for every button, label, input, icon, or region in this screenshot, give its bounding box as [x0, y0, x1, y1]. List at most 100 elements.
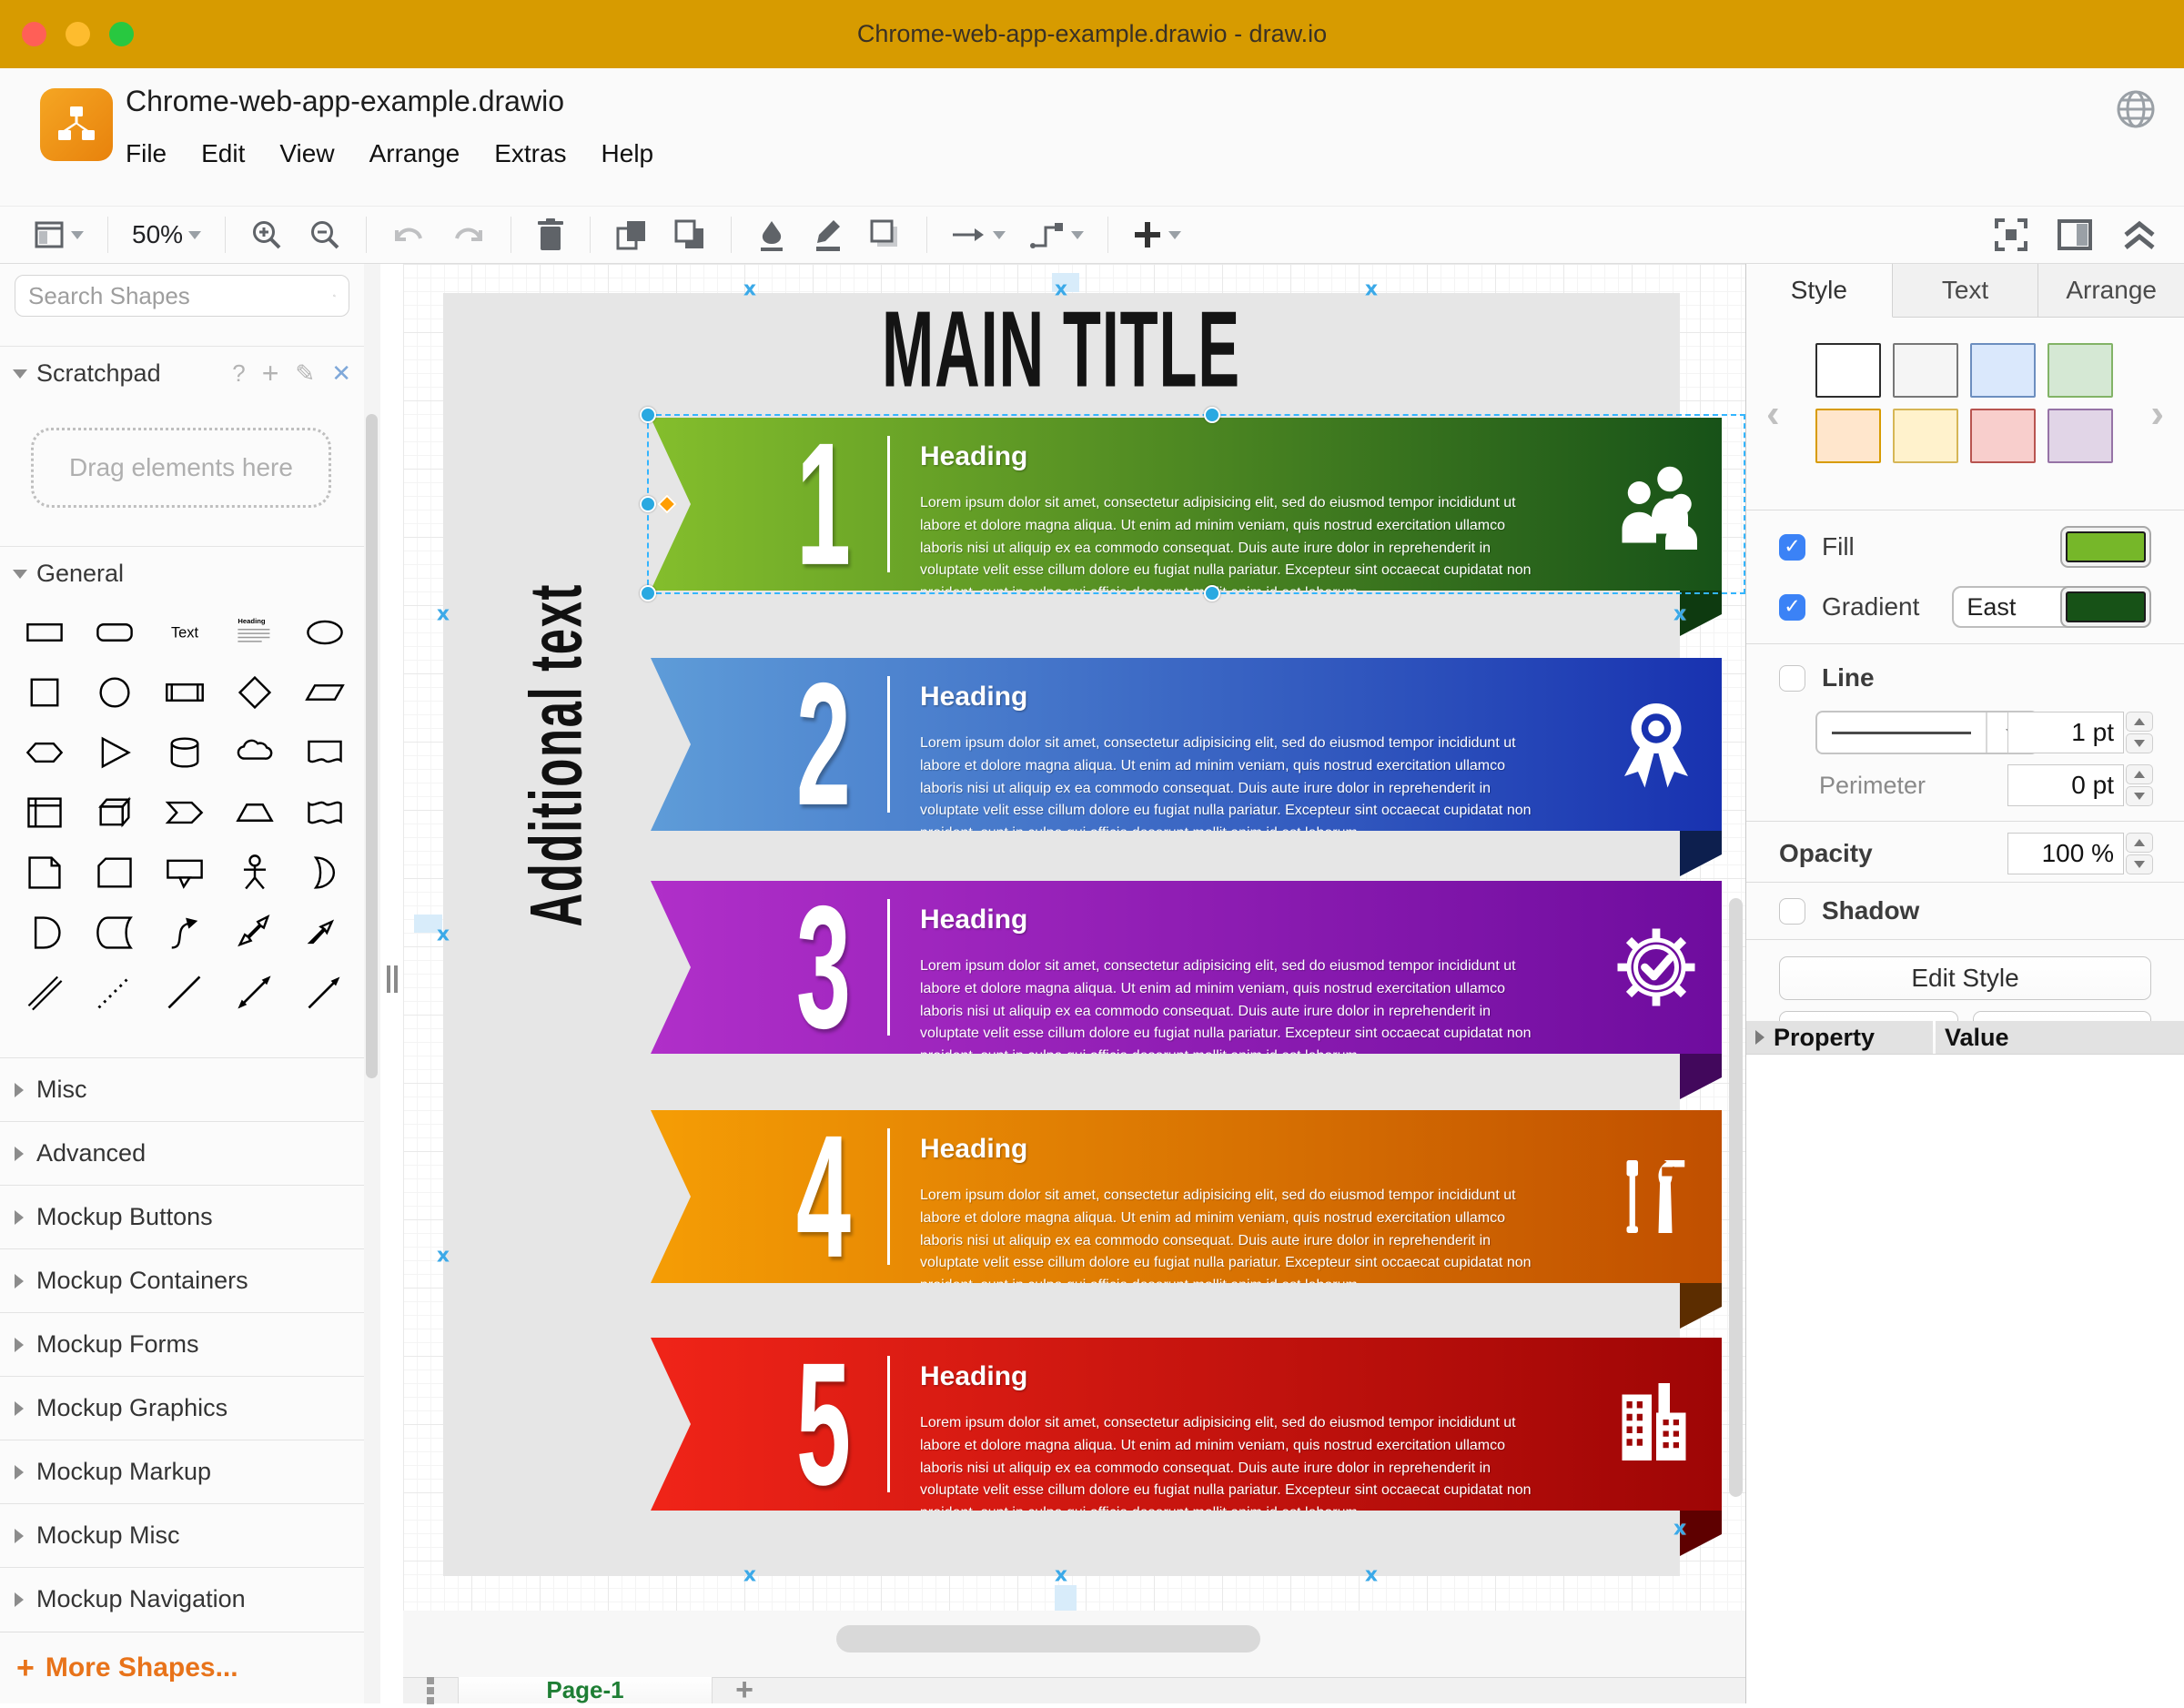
property-column-header[interactable]: Property — [1746, 1021, 1933, 1054]
fill-checkbox[interactable] — [1779, 534, 1805, 561]
shape-bidirectional-arrow[interactable] — [219, 903, 289, 963]
style-swatch-3[interactable] — [1970, 343, 2036, 398]
line-color-button[interactable] — [812, 217, 844, 252]
scratchpad-dropzone[interactable]: Drag elements here — [31, 428, 331, 508]
scratchpad-close-icon[interactable]: ✕ — [331, 359, 351, 388]
chevron-left-icon[interactable]: ‹ — [1766, 391, 1780, 437]
menu-edit[interactable]: Edit — [201, 139, 245, 168]
shape-circle[interactable] — [79, 662, 149, 723]
view-format-button[interactable] — [33, 218, 84, 251]
perimeter-stepper[interactable] — [2126, 764, 2153, 806]
shape-hexagon[interactable] — [9, 723, 79, 783]
shape-card[interactable] — [79, 843, 149, 903]
minimize-button[interactable] — [66, 22, 90, 46]
shape-text[interactable]: Text — [149, 602, 219, 662]
opacity-input[interactable]: 100 % — [2007, 833, 2124, 874]
resize-handle-n[interactable] — [1204, 407, 1220, 423]
shadow-checkbox[interactable] — [1779, 898, 1805, 925]
zoom-level-dropdown[interactable]: 50% — [132, 220, 201, 249]
shape-diamond[interactable] — [219, 662, 289, 723]
style-swatch-5[interactable] — [1815, 409, 1881, 463]
format-panel-toggle-button[interactable] — [2057, 218, 2093, 251]
to-back-button[interactable] — [672, 217, 707, 252]
shape-step[interactable] — [149, 783, 219, 843]
shape-tape[interactable] — [289, 783, 359, 843]
to-front-button[interactable] — [614, 217, 649, 252]
zoom-in-button[interactable] — [249, 217, 284, 252]
more-shapes-button[interactable]: + More Shapes... — [0, 1632, 364, 1703]
pages-menu-icon[interactable] — [403, 1677, 458, 1703]
add-page-button[interactable]: + — [713, 1677, 776, 1703]
tab-style[interactable]: Style — [1746, 264, 1893, 318]
canvas-horizontal-scrollbar[interactable] — [836, 1625, 1260, 1652]
resize-handle-nw[interactable] — [640, 407, 656, 423]
line-style-dropdown[interactable] — [1815, 711, 2038, 754]
sidebar-scrollbar[interactable] — [364, 264, 380, 1703]
shape-process[interactable] — [149, 662, 219, 723]
shape-dashed-line[interactable] — [79, 963, 149, 1023]
shape-curve[interactable] — [149, 903, 219, 963]
resize-handle-sw[interactable] — [640, 585, 656, 601]
redo-button[interactable] — [450, 219, 487, 250]
line-width-input[interactable]: 1 pt — [2007, 712, 2124, 753]
undo-button[interactable] — [390, 219, 427, 250]
resize-handle-w[interactable] — [640, 496, 656, 512]
shape-triangle[interactable] — [79, 723, 149, 783]
fill-color-swatch[interactable] — [2060, 526, 2151, 568]
style-swatch-6[interactable] — [1893, 409, 1958, 463]
collapse-expand-button[interactable] — [2120, 217, 2159, 253]
edit-style-button[interactable]: Edit Style — [1779, 956, 2151, 1000]
shape-callout[interactable] — [149, 843, 219, 903]
shape-ellipse[interactable] — [289, 602, 359, 662]
shape-note[interactable] — [9, 843, 79, 903]
style-swatch-1[interactable] — [1815, 343, 1881, 398]
scratchpad-edit-icon[interactable]: ✎ — [295, 359, 315, 388]
line-checkbox[interactable] — [1779, 665, 1805, 692]
shape-parallelogram[interactable] — [289, 662, 359, 723]
perimeter-input[interactable]: 0 pt — [2007, 764, 2124, 806]
menu-arrange[interactable]: Arrange — [369, 139, 460, 168]
shape-rectangle[interactable] — [9, 602, 79, 662]
section-advanced[interactable]: Advanced — [0, 1121, 364, 1185]
zoom-window-button[interactable] — [109, 22, 134, 46]
style-swatch-7[interactable] — [1970, 409, 2036, 463]
scratchpad-help-icon[interactable]: ? — [232, 359, 245, 388]
shape-bidirectional-connector[interactable] — [219, 963, 289, 1023]
menu-help[interactable]: Help — [602, 139, 654, 168]
shape-square[interactable] — [9, 662, 79, 723]
gradient-color-swatch[interactable] — [2060, 586, 2151, 628]
tab-arrange[interactable]: Arrange — [2038, 264, 2184, 318]
language-globe-icon[interactable] — [2115, 88, 2157, 130]
resize-handle-s[interactable] — [1204, 585, 1220, 601]
banner-3[interactable]: 3HeadingLorem ipsum dolor sit amet, cons… — [651, 881, 1722, 1054]
banner-1[interactable]: 1HeadingLorem ipsum dolor sit amet, cons… — [651, 418, 1722, 591]
shape-rounded-rectangle[interactable] — [79, 602, 149, 662]
section-mockup-forms[interactable]: Mockup Forms — [0, 1312, 364, 1376]
menu-file[interactable]: File — [126, 139, 167, 168]
shape-cloud[interactable] — [219, 723, 289, 783]
shape-cylinder[interactable] — [149, 723, 219, 783]
section-mockup-buttons[interactable]: Mockup Buttons — [0, 1185, 364, 1248]
banner-4[interactable]: 4HeadingLorem ipsum dolor sit amet, cons… — [651, 1110, 1722, 1283]
shape-cube[interactable] — [79, 783, 149, 843]
section-mockup-graphics[interactable]: Mockup Graphics — [0, 1376, 364, 1440]
sidebar-collapse-handle[interactable] — [387, 965, 398, 993]
menu-view[interactable]: View — [279, 139, 334, 168]
section-misc[interactable]: Misc — [0, 1057, 364, 1121]
shape-or[interactable] — [289, 843, 359, 903]
style-swatch-2[interactable] — [1893, 343, 1958, 398]
banner-2[interactable]: 2HeadingLorem ipsum dolor sit amet, cons… — [651, 658, 1722, 831]
shape-textbox[interactable]: Heading — [219, 602, 289, 662]
delete-button[interactable] — [535, 217, 566, 252]
shape-arrow[interactable] — [289, 903, 359, 963]
diagram-main-title[interactable]: MAIN TITLE — [882, 288, 1240, 413]
opacity-stepper[interactable] — [2126, 833, 2153, 874]
section-mockup-navigation[interactable]: Mockup Navigation — [0, 1567, 364, 1631]
fullscreen-button[interactable] — [1993, 217, 2029, 253]
drawing-canvas[interactable]: MAIN TITLE Additional text 1HeadingLorem… — [403, 264, 1745, 1611]
shape-trapezoid[interactable] — [219, 783, 289, 843]
insert-button[interactable] — [1132, 219, 1181, 250]
search-shapes-box[interactable] — [15, 275, 349, 317]
section-mockup-markup[interactable]: Mockup Markup — [0, 1440, 364, 1503]
fill-color-button[interactable] — [755, 217, 788, 252]
